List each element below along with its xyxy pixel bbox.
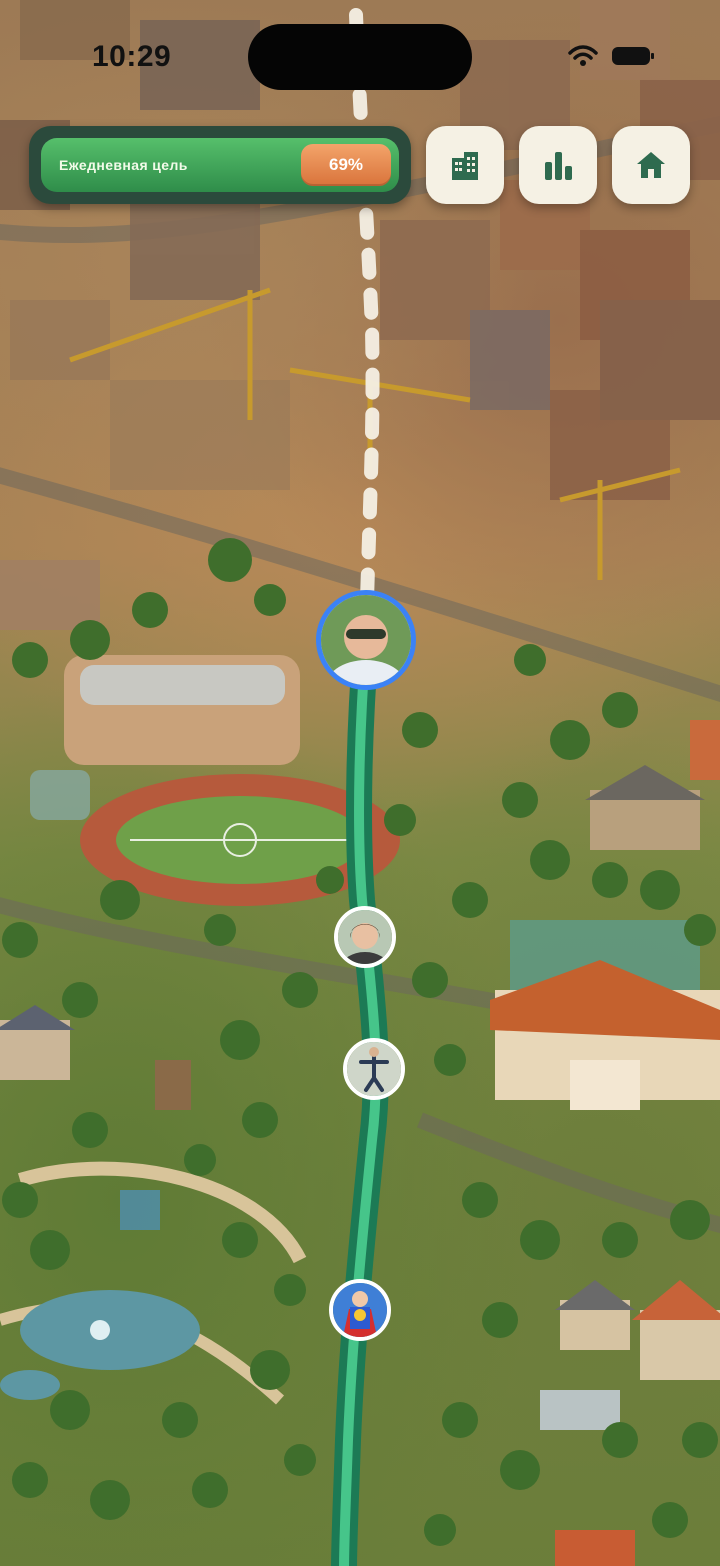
wifi-icon [568,45,598,66]
status-time: 10:29 [92,40,172,73]
route-remaining [349,8,380,607]
daily-goal-percent-badge: 69% [301,144,391,186]
friend-photo-icon [338,910,392,964]
dynamic-island [248,24,472,90]
battery-icon [612,47,654,65]
city-icon [452,152,478,180]
stats-button[interactable] [519,126,597,204]
daily-goal-card[interactable]: Ежедневная цель 69% [29,126,411,204]
friend-avatar-2[interactable] [343,1038,405,1100]
current-user-avatar[interactable] [316,590,416,690]
school-building [490,920,720,1110]
home-button[interactable] [612,126,690,204]
friend-photo-icon [347,1042,401,1096]
user-photo-icon [321,595,411,685]
bar-chart-icon [545,152,572,180]
home-icon [637,152,665,178]
city-button[interactable] [426,126,504,204]
daily-goal-progress-bar: Ежедневная цель 69% [41,138,399,192]
daily-goal-label: Ежедневная цель [59,157,188,173]
friend-avatar-1[interactable] [334,906,396,968]
friend-avatar-3[interactable] [329,1279,391,1341]
sports-complex [30,655,400,906]
superhero-avatar-icon [333,1283,387,1337]
status-icons [568,45,654,67]
